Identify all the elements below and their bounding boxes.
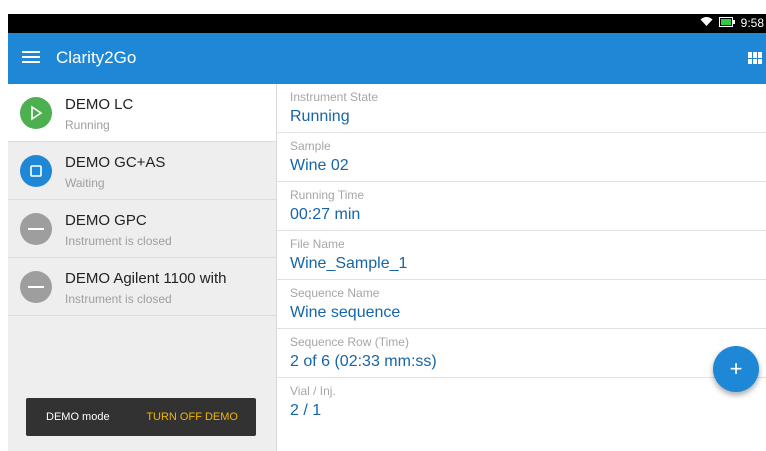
instrument-list: DEMO LC Running DEMO GC+AS Waiting DEMO … — [8, 84, 277, 451]
instrument-name: DEMO GPC — [65, 212, 147, 229]
instrument-status: Instrument is closed — [65, 292, 172, 306]
detail-label: Sample — [290, 139, 331, 153]
instrument-status: Instrument is closed — [65, 234, 172, 248]
detail-label: Sequence Row (Time) — [290, 335, 409, 349]
detail-value: Wine sequence — [290, 304, 401, 321]
detail-value: Wine 02 — [290, 157, 349, 174]
closed-icon — [20, 271, 52, 303]
detail-value: 2 / 1 — [290, 402, 322, 419]
clock: 9:58 — [740, 16, 764, 30]
instrument-name: DEMO GC+AS — [65, 154, 166, 171]
detail-value: Wine_Sample_1 — [290, 255, 408, 272]
wifi-icon — [700, 16, 713, 30]
menu-icon[interactable] — [22, 48, 40, 68]
demo-mode-label: DEMO mode — [46, 411, 110, 423]
add-button[interactable]: + — [713, 346, 759, 392]
instrument-name: DEMO LC — [65, 96, 134, 113]
stop-icon — [20, 155, 52, 187]
plus-icon: + — [729, 356, 743, 381]
status-bar: 9:58 — [8, 14, 766, 33]
instrument-name: DEMO Agilent 1100 with — [65, 270, 227, 287]
detail-sequence-row: Sequence Row (Time) 2 of 6 (02:33 mm:ss) — [277, 329, 766, 378]
instrument-item-demo-gpc[interactable]: DEMO GPC Instrument is closed — [8, 200, 276, 258]
detail-file-name: File Name Wine_Sample_1 — [277, 231, 766, 280]
detail-label: Vial / Inj. — [290, 384, 336, 398]
closed-icon — [20, 213, 52, 245]
detail-sample: Sample Wine 02 — [277, 133, 766, 182]
instrument-status: Waiting — [65, 176, 105, 190]
detail-sequence-name: Sequence Name Wine sequence — [277, 280, 766, 329]
battery-icon — [718, 16, 735, 30]
grid-view-icon[interactable] — [748, 52, 762, 64]
detail-label: Sequence Name — [290, 286, 380, 300]
app-bar: Clarity2Go — [8, 33, 766, 84]
demo-mode-snackbar: DEMO mode TURN OFF DEMO — [26, 398, 256, 436]
detail-label: File Name — [290, 237, 345, 251]
play-icon — [20, 97, 52, 129]
instrument-details: Instrument State Running Sample Wine 02 … — [277, 84, 766, 451]
instrument-item-demo-lc[interactable]: DEMO LC Running — [8, 84, 276, 142]
detail-label: Running Time — [290, 188, 365, 202]
detail-value: Running — [290, 108, 350, 125]
detail-value: 00:27 min — [290, 206, 361, 223]
instrument-status: Running — [65, 118, 110, 132]
instrument-item-demo-gc-as[interactable]: DEMO GC+AS Waiting — [8, 142, 276, 200]
detail-value: 2 of 6 (02:33 mm:ss) — [290, 353, 437, 370]
detail-vial-inj: Vial / Inj. 2 / 1 — [277, 378, 766, 427]
detail-instrument-state: Instrument State Running — [277, 84, 766, 133]
app-title: Clarity2Go — [56, 48, 137, 67]
detail-running-time: Running Time 00:27 min — [277, 182, 766, 231]
detail-label: Instrument State — [290, 90, 379, 104]
turn-off-demo-button[interactable]: TURN OFF DEMO — [146, 411, 238, 423]
instrument-item-demo-agilent[interactable]: DEMO Agilent 1100 with Instrument is clo… — [8, 258, 276, 316]
